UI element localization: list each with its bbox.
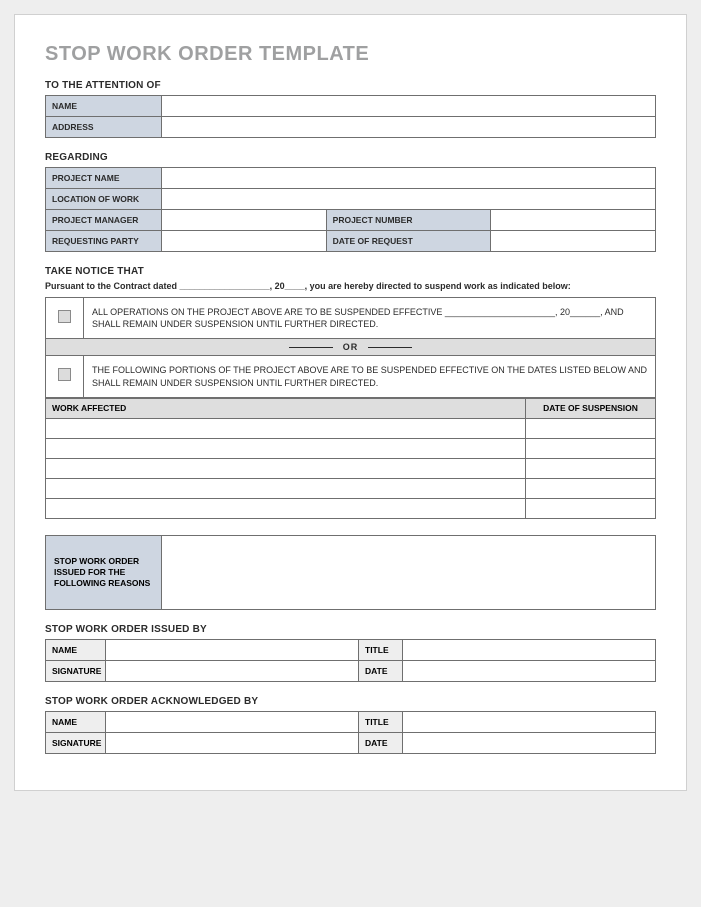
table-row bbox=[46, 438, 656, 458]
table-row bbox=[46, 458, 656, 478]
document-page: STOP WORK ORDER TEMPLATE TO THE ATTENTIO… bbox=[14, 14, 687, 791]
option1-text: ALL OPERATIONS ON THE PROJECT ABOVE ARE … bbox=[84, 298, 656, 339]
issued-name-label: NAME bbox=[46, 639, 106, 660]
issued-name-field[interactable] bbox=[106, 639, 359, 660]
issued-title-label: TITLE bbox=[359, 639, 403, 660]
option2-checkbox-cell bbox=[46, 356, 84, 397]
date-of-request-field[interactable] bbox=[491, 231, 656, 252]
ack-heading: STOP WORK ORDER ACKNOWLEDGED BY bbox=[45, 696, 656, 707]
project-name-label: PROJECT NAME bbox=[46, 168, 162, 189]
ack-title-field[interactable] bbox=[403, 711, 656, 732]
work-affected-cell[interactable] bbox=[46, 418, 526, 438]
ack-signature-label: SIGNATURE bbox=[46, 732, 106, 753]
attention-address-label: ADDRESS bbox=[46, 117, 162, 138]
date-suspension-header: DATE OF SUSPENSION bbox=[526, 398, 656, 418]
requesting-party-field[interactable] bbox=[162, 231, 327, 252]
date-of-request-label: DATE OF REQUEST bbox=[326, 231, 491, 252]
location-label: LOCATION OF WORK bbox=[46, 189, 162, 210]
issued-heading: STOP WORK ORDER ISSUED BY bbox=[45, 624, 656, 635]
issued-title-field[interactable] bbox=[403, 639, 656, 660]
or-divider: OR bbox=[46, 339, 656, 356]
issued-by-table: NAME TITLE SIGNATURE DATE bbox=[45, 639, 656, 682]
attention-address-field[interactable] bbox=[162, 117, 656, 138]
reasons-label: STOP WORK ORDER ISSUED FOR THE FOLLOWING… bbox=[46, 535, 162, 609]
issued-signature-field[interactable] bbox=[106, 660, 359, 681]
notice-intro: Pursuant to the Contract dated _________… bbox=[45, 281, 656, 291]
work-affected-header: WORK AFFECTED bbox=[46, 398, 526, 418]
or-label: OR bbox=[343, 342, 359, 352]
notice-options-table: ALL OPERATIONS ON THE PROJECT ABOVE ARE … bbox=[45, 297, 656, 398]
reasons-field[interactable] bbox=[162, 535, 656, 609]
attention-name-field[interactable] bbox=[162, 96, 656, 117]
regarding-heading: REGARDING bbox=[45, 152, 656, 163]
ack-signature-field[interactable] bbox=[106, 732, 359, 753]
pm-label: PROJECT MANAGER bbox=[46, 210, 162, 231]
ack-date-field[interactable] bbox=[403, 732, 656, 753]
table-row bbox=[46, 418, 656, 438]
option2-text: THE FOLLOWING PORTIONS OF THE PROJECT AB… bbox=[84, 356, 656, 397]
table-row bbox=[46, 478, 656, 498]
project-number-field[interactable] bbox=[491, 210, 656, 231]
work-affected-table: WORK AFFECTED DATE OF SUSPENSION bbox=[45, 398, 656, 519]
table-row bbox=[46, 498, 656, 518]
ack-by-table: NAME TITLE SIGNATURE DATE bbox=[45, 711, 656, 754]
issued-date-field[interactable] bbox=[403, 660, 656, 681]
requesting-party-label: REQUESTING PARTY bbox=[46, 231, 162, 252]
divider-line-icon bbox=[368, 347, 412, 348]
date-suspension-cell[interactable] bbox=[526, 498, 656, 518]
attention-table: NAME ADDRESS bbox=[45, 95, 656, 138]
regarding-table: PROJECT NAME LOCATION OF WORK PROJECT MA… bbox=[45, 167, 656, 252]
work-affected-cell[interactable] bbox=[46, 458, 526, 478]
work-affected-cell[interactable] bbox=[46, 478, 526, 498]
page-title: STOP WORK ORDER TEMPLATE bbox=[45, 43, 656, 66]
date-suspension-cell[interactable] bbox=[526, 438, 656, 458]
issued-signature-label: SIGNATURE bbox=[46, 660, 106, 681]
option1-checkbox[interactable] bbox=[58, 310, 71, 323]
ack-name-label: NAME bbox=[46, 711, 106, 732]
date-suspension-cell[interactable] bbox=[526, 458, 656, 478]
ack-title-label: TITLE bbox=[359, 711, 403, 732]
project-number-label: PROJECT NUMBER bbox=[326, 210, 491, 231]
attention-name-label: NAME bbox=[46, 96, 162, 117]
pm-field[interactable] bbox=[162, 210, 327, 231]
ack-date-label: DATE bbox=[359, 732, 403, 753]
project-name-field[interactable] bbox=[162, 168, 656, 189]
location-field[interactable] bbox=[162, 189, 656, 210]
work-affected-cell[interactable] bbox=[46, 438, 526, 458]
option2-checkbox[interactable] bbox=[58, 368, 71, 381]
option1-checkbox-cell bbox=[46, 298, 84, 339]
work-affected-cell[interactable] bbox=[46, 498, 526, 518]
ack-name-field[interactable] bbox=[106, 711, 359, 732]
notice-heading: TAKE NOTICE THAT bbox=[45, 266, 656, 277]
issued-date-label: DATE bbox=[359, 660, 403, 681]
reasons-table: STOP WORK ORDER ISSUED FOR THE FOLLOWING… bbox=[45, 535, 656, 610]
divider-line-icon bbox=[289, 347, 333, 348]
date-suspension-cell[interactable] bbox=[526, 418, 656, 438]
date-suspension-cell[interactable] bbox=[526, 478, 656, 498]
attention-heading: TO THE ATTENTION OF bbox=[45, 80, 656, 91]
